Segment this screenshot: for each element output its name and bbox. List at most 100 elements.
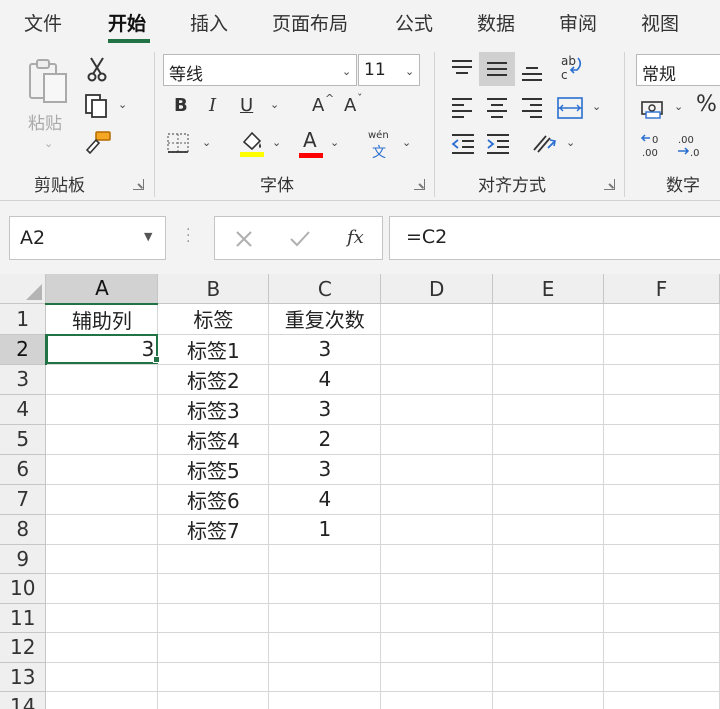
cell-b11[interactable] (157, 603, 270, 633)
alignment-launcher-icon[interactable] (604, 179, 615, 190)
cell-c11[interactable] (268, 603, 382, 633)
increase-indent-button[interactable] (485, 132, 511, 158)
cell-a12[interactable] (45, 632, 159, 663)
cell-f2[interactable] (603, 334, 720, 365)
row-header-13[interactable]: 13 (0, 662, 47, 692)
tab-page-layout[interactable]: 页面布局 (272, 9, 348, 36)
align-right-button[interactable] (520, 96, 544, 122)
row-header-12[interactable]: 12 (0, 632, 47, 663)
cell-c12[interactable] (268, 632, 382, 663)
tab-data[interactable]: 数据 (477, 9, 515, 36)
cell-a2[interactable]: 3 (45, 334, 159, 365)
cell-d4[interactable] (380, 394, 494, 425)
bold-button[interactable]: B (174, 95, 188, 116)
cell-d9[interactable] (380, 544, 494, 574)
accounting-dropdown-caret[interactable]: ⌄ (674, 100, 683, 113)
cell-e8[interactable] (492, 514, 605, 545)
tab-formulas[interactable]: 公式 (395, 9, 433, 36)
row-header-2[interactable]: 2 (0, 334, 47, 365)
font-size-caret[interactable]: ⌄ (405, 65, 414, 78)
cell-c3[interactable]: 4 (268, 364, 382, 395)
cell-c2[interactable]: 3 (268, 334, 382, 365)
row-header-3[interactable]: 3 (0, 364, 47, 395)
name-box[interactable]: A2 ▼ (9, 216, 166, 260)
cell-d2[interactable] (380, 334, 494, 365)
increase-decimal-button[interactable]: 0 .00 (640, 132, 668, 162)
cell-a11[interactable] (45, 603, 159, 633)
cell-e2[interactable] (492, 334, 605, 365)
font-name-box[interactable]: 等线 ⌄ (163, 54, 357, 86)
row-header-11[interactable]: 11 (0, 603, 47, 633)
cell-f3[interactable] (603, 364, 720, 395)
cell-b7[interactable]: 标签6 (157, 484, 270, 515)
formula-bar-grip-icon[interactable]: · · · (186, 223, 190, 249)
decrease-font-button[interactable]: A (344, 95, 356, 116)
cell-c1[interactable]: 重复次数 (268, 303, 382, 335)
font-size-box[interactable]: 11 ⌄ (358, 54, 420, 86)
cell-f4[interactable] (603, 394, 720, 425)
increase-font-button[interactable]: A (312, 95, 324, 116)
cell-b6[interactable]: 标签5 (157, 454, 270, 485)
cell-f13[interactable] (603, 662, 720, 692)
cell-e12[interactable] (492, 632, 605, 663)
cell-d5[interactable] (380, 424, 494, 455)
fill-color-button[interactable] (238, 128, 266, 162)
tab-view[interactable]: 视图 (641, 9, 679, 36)
tab-home[interactable]: 开始 (108, 9, 146, 36)
decrease-indent-button[interactable] (450, 132, 476, 158)
cut-button[interactable] (86, 56, 108, 86)
row-header-9[interactable]: 9 (0, 544, 47, 574)
cell-f14[interactable] (603, 691, 720, 709)
row-header-8[interactable]: 8 (0, 514, 47, 545)
insert-function-button[interactable]: fx (347, 227, 364, 248)
cell-d8[interactable] (380, 514, 494, 545)
paste-button[interactable] (26, 58, 70, 110)
cell-f7[interactable] (603, 484, 720, 515)
cell-a8[interactable] (45, 514, 159, 545)
cell-a1[interactable]: 辅助列 (45, 303, 159, 335)
cell-c14[interactable] (268, 691, 382, 709)
cell-d6[interactable] (380, 454, 494, 485)
cell-f11[interactable] (603, 603, 720, 633)
cell-b10[interactable] (157, 573, 270, 604)
accounting-format-button[interactable] (640, 98, 666, 124)
font-launcher-icon[interactable] (414, 179, 425, 190)
column-header-b[interactable]: B (157, 274, 270, 304)
cell-b5[interactable]: 标签4 (157, 424, 270, 455)
column-header-f[interactable]: F (603, 274, 720, 304)
cell-e9[interactable] (492, 544, 605, 574)
font-name-caret[interactable]: ⌄ (342, 65, 351, 78)
cell-d1[interactable] (380, 303, 494, 335)
cell-d10[interactable] (380, 573, 494, 604)
phonetic-dropdown-caret[interactable]: ⌄ (402, 136, 411, 149)
row-header-4[interactable]: 4 (0, 394, 47, 425)
cell-b12[interactable] (157, 632, 270, 663)
cell-c9[interactable] (268, 544, 382, 574)
cancel-icon[interactable] (235, 230, 253, 248)
cell-a3[interactable] (45, 364, 159, 395)
middle-align-button[interactable] (479, 52, 515, 86)
cell-e14[interactable] (492, 691, 605, 709)
clipboard-launcher-icon[interactable] (133, 179, 144, 190)
orientation-dropdown-caret[interactable]: ⌄ (566, 136, 575, 149)
borders-button[interactable] (166, 132, 190, 158)
cell-f5[interactable] (603, 424, 720, 455)
cell-e3[interactable] (492, 364, 605, 395)
row-header-5[interactable]: 5 (0, 424, 47, 455)
cell-a10[interactable] (45, 573, 159, 604)
cell-a7[interactable] (45, 484, 159, 515)
cell-d7[interactable] (380, 484, 494, 515)
wrap-text-button[interactable]: ab c (558, 54, 584, 86)
row-header-10[interactable]: 10 (0, 573, 47, 604)
cell-b8[interactable]: 标签7 (157, 514, 270, 545)
borders-dropdown-caret[interactable]: ⌄ (202, 136, 211, 149)
worksheet-grid[interactable]: ABCDEF 1 辅助列 标签 重复次数 2 3 标签1 3 3 标签2 4 4 标签3 3 5 标签4 2 6 标… (0, 274, 720, 709)
tab-file[interactable]: 文件 (24, 9, 62, 36)
cell-d11[interactable] (380, 603, 494, 633)
cell-f8[interactable] (603, 514, 720, 545)
orientation-button[interactable] (530, 130, 558, 160)
bottom-align-button[interactable] (520, 62, 544, 88)
percent-button[interactable]: % (696, 92, 717, 117)
cell-f10[interactable] (603, 573, 720, 604)
column-header-e[interactable]: E (492, 274, 605, 304)
